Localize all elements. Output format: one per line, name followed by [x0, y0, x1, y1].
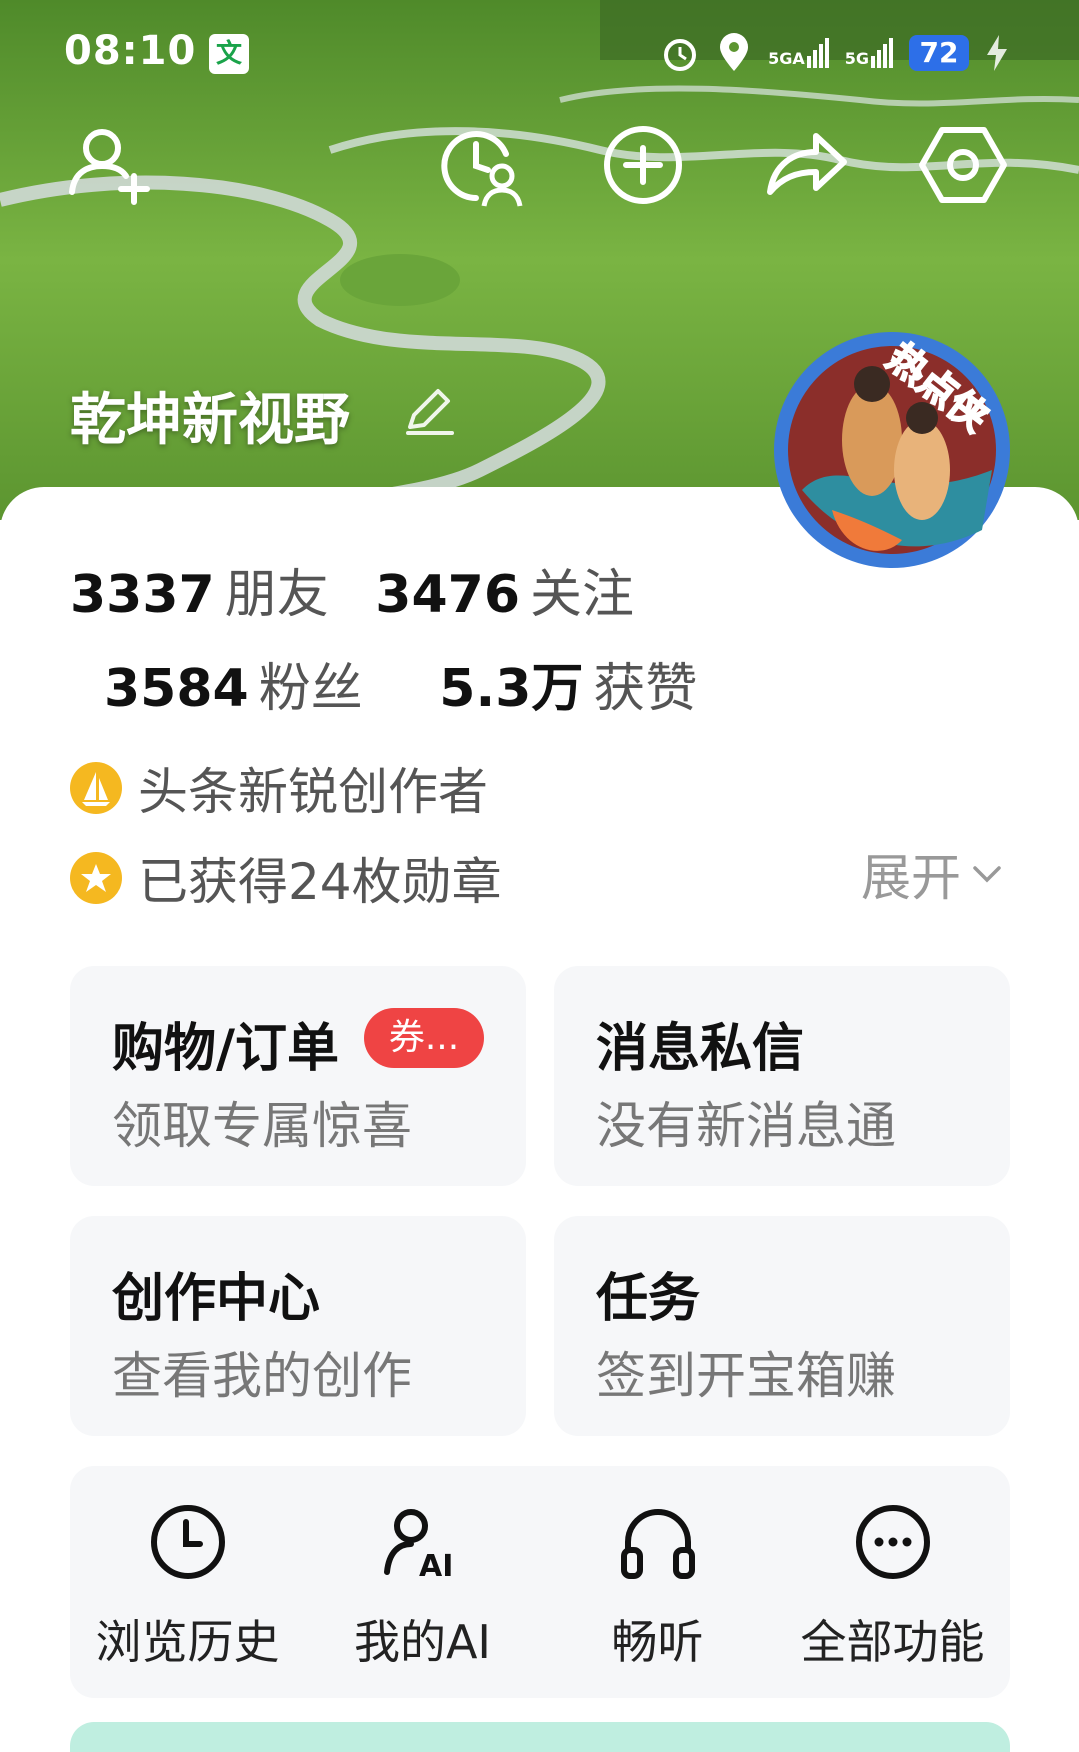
likes-label: 获赞 [593, 659, 698, 719]
signal-5g-label: 5G [844, 49, 869, 68]
following-stat[interactable]: 3476 关注 [375, 565, 664, 625]
creator-level-row[interactable]: 头条新锐创作者 [70, 752, 488, 824]
signal-5ga-icon: 5GA [768, 38, 829, 68]
card-title: 购物/订单 [112, 1019, 339, 1079]
edit-name-icon[interactable] [402, 383, 456, 437]
following-label: 关注 [530, 565, 635, 625]
quick-action-label: 我的AI [353, 1615, 492, 1669]
signal-5g-icon: 5G [845, 38, 893, 68]
creation-center-card[interactable]: 创作中心 查看我的创作 [70, 1216, 526, 1436]
status-bar: 08:10 文 5GA 5G 72 [64, 28, 1009, 78]
svg-text:AI: AI [419, 1549, 453, 1584]
card-subtitle: 领取专属惊喜 [112, 1097, 412, 1155]
share-icon[interactable] [760, 120, 850, 210]
creator-level-text: 头条新锐创作者 [138, 763, 488, 821]
fans-stat[interactable]: 3584 粉丝 [104, 659, 423, 719]
likes-stat[interactable]: 5.3万 获赞 [439, 659, 727, 719]
card-title: 创作中心 [112, 1269, 321, 1329]
friends-stat[interactable]: 3337 朋友 [70, 565, 359, 625]
card-subtitle: 没有新消息通 [596, 1097, 896, 1155]
settings-icon[interactable] [918, 120, 1008, 210]
quick-action-all-features[interactable]: 全部功能 [775, 1466, 1010, 1698]
card-subtitle: 查看我的创作 [112, 1347, 412, 1405]
status-time: 08:10 [64, 28, 197, 74]
tasks-card[interactable]: 任务 签到开宝箱赚 [554, 1216, 1010, 1436]
clock-icon [150, 1505, 225, 1579]
profile-name: 乾坤新视野 [70, 388, 350, 453]
signal-5ga-label: 5GA [768, 49, 805, 68]
friends-label: 朋友 [224, 565, 329, 625]
fans-count: 3584 [104, 659, 249, 719]
friends-count: 3337 [70, 565, 215, 625]
quick-action-label: 畅听 [611, 1615, 704, 1669]
alarm-icon [664, 39, 697, 71]
following-count: 3476 [375, 565, 521, 625]
next-section-peek [70, 1722, 1010, 1752]
medals-text: 已获得24枚勋章 [138, 853, 502, 911]
avatar-image [774, 332, 1010, 568]
location-icon [720, 33, 749, 71]
top-action-bar [0, 120, 1079, 220]
more-dots-icon [855, 1505, 930, 1579]
add-friend-icon[interactable] [64, 120, 154, 210]
card-subtitle: 签到开宝箱赚 [596, 1347, 896, 1405]
expand-label: 展开 [861, 849, 961, 907]
status-icons: 5GA 5G 72 [660, 28, 1009, 78]
avatar[interactable]: 热点侠 [762, 300, 1032, 570]
chevron-down-icon [973, 866, 1001, 883]
ai-person-icon: AI [383, 1509, 453, 1584]
stats-row-2: 3584 粉丝 5.3万 获赞 [104, 646, 727, 721]
quick-action-label: 全部功能 [800, 1615, 985, 1669]
battery-level: 72 [909, 35, 969, 71]
messages-card[interactable]: 消息私信 没有新消息通 [554, 966, 1010, 1186]
translate-app-icon: 文 [209, 34, 249, 74]
quick-action-listen[interactable]: 畅听 [540, 1466, 775, 1698]
headphones-icon [620, 1509, 695, 1579]
coupon-tag: 券... [364, 1008, 484, 1068]
quick-action-history[interactable]: 浏览历史 [70, 1466, 305, 1698]
likes-count: 5.3万 [439, 659, 584, 719]
visitor-history-icon[interactable] [436, 120, 526, 210]
shopping-orders-card[interactable]: 购物/订单 券... 领取专属惊喜 [70, 966, 526, 1186]
card-title: 消息私信 [596, 1019, 805, 1079]
sail-badge-icon [70, 762, 122, 814]
card-title: 任务 [596, 1269, 701, 1329]
medal-star-icon [70, 852, 122, 904]
quick-action-label: 浏览历史 [95, 1615, 280, 1669]
charging-icon [987, 35, 1007, 71]
quick-action-my-ai[interactable]: AI 我的AI [305, 1466, 540, 1698]
add-post-icon[interactable] [598, 120, 688, 210]
fans-label: 粉丝 [258, 659, 363, 719]
stats-row-1: 3337 朋友 3476 关注 [70, 552, 664, 627]
medals-row[interactable]: 已获得24枚勋章 [70, 842, 502, 914]
quick-actions-panel: 浏览历史 AI 我的AI 畅听 全部功能 [70, 1466, 1010, 1698]
expand-button[interactable]: 展开 [861, 838, 1007, 910]
